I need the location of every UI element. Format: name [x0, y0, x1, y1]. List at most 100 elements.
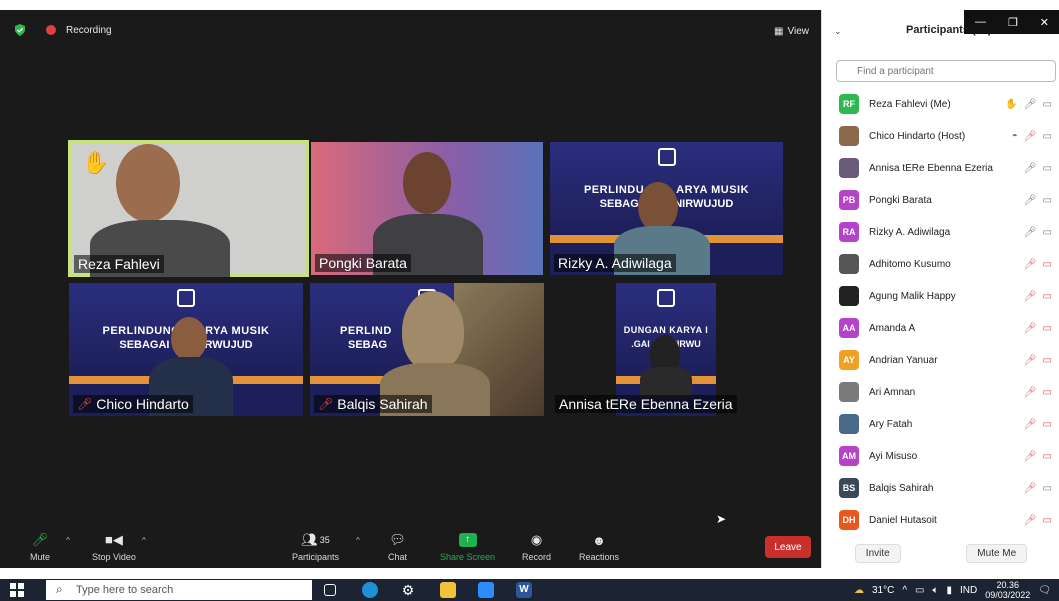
video-tile-reza[interactable]: ✋ Reza Fahlevi	[68, 140, 309, 277]
participants-icon: 👥︎	[301, 532, 318, 547]
mic-off-icon[interactable]: 🎤︎	[1024, 355, 1037, 366]
temperature[interactable]: 31°C	[872, 585, 894, 596]
video-off-icon[interactable]: ▭	[1043, 387, 1052, 398]
mic-off-icon[interactable]: 🎤︎	[1024, 131, 1037, 142]
participant-row[interactable]: AA Amanda A 🎤︎ ▭	[822, 312, 1059, 344]
video-off-icon[interactable]: ▭	[1043, 355, 1052, 366]
mic-off-icon[interactable]: 🎤︎	[1024, 387, 1037, 398]
tile-name: 🎤︎ Chico Hindarto	[73, 395, 193, 413]
video-camera-icon[interactable]: ▭	[1043, 131, 1052, 142]
minimize-icon[interactable]: —	[975, 16, 986, 28]
tray-expand-icon[interactable]: ^	[902, 585, 907, 596]
video-tile-pongki[interactable]: Pongki Barata	[311, 142, 543, 275]
video-tile-annisa[interactable]: DUNGAN KARYA I.GAI AS IIRWU Annisa tERe …	[551, 283, 784, 416]
chevron-down-icon[interactable]: ⌄	[834, 26, 842, 37]
reactions-button[interactable]: ☻ Reactions	[579, 532, 619, 563]
video-camera-icon[interactable]: ▭	[1043, 99, 1052, 110]
participant-row[interactable]: Annisa tERe Ebenna Ezeria 🎤︎ ▭	[822, 152, 1059, 184]
avatar	[839, 382, 859, 402]
restore-icon[interactable]: ❐	[1008, 16, 1018, 29]
leave-button[interactable]: Leave	[765, 536, 811, 558]
edge-browser-icon[interactable]	[362, 582, 378, 598]
windows-start-icon[interactable]	[10, 583, 24, 597]
volume-icon[interactable]: 🔈︎	[933, 585, 939, 596]
video-tile-rizky[interactable]: PERLINDU ARYA MUSIK SEBAGA NIRWUJUD Rizky…	[550, 142, 783, 275]
notification-icon[interactable]: 🗨︎	[1038, 585, 1051, 596]
share-screen-button[interactable]: ↑ Share Screen	[440, 532, 495, 562]
chat-bubble-icon: 💬︎	[389, 532, 406, 547]
avatar	[839, 126, 859, 146]
video-camera-icon[interactable]: ▭	[1043, 227, 1052, 238]
language[interactable]: IND	[960, 585, 977, 596]
participant-row[interactable]: Agung Malik Happy 🎤︎ ▭	[822, 280, 1059, 312]
settings-gear-icon[interactable]: ⚙	[400, 582, 416, 598]
mic-off-icon[interactable]: 🎤︎	[1024, 451, 1037, 462]
participants-button[interactable]: 👥︎ 35 Participants	[292, 532, 339, 562]
microphone-icon[interactable]: 🎤︎	[1024, 227, 1037, 238]
chat-button[interactable]: 💬︎ Chat	[388, 532, 407, 562]
network-icon[interactable]: ▭	[915, 585, 924, 596]
participant-row[interactable]: DH Daniel Hutasoit 🎤︎ ▭	[822, 504, 1059, 536]
clock[interactable]: 20.36 09/03/2022	[985, 580, 1030, 600]
participant-video	[116, 144, 180, 222]
webinar-logo	[657, 148, 676, 166]
participant-row[interactable]: Ary Fatah 🎤︎ ▭	[822, 408, 1059, 440]
video-camera-icon[interactable]: ▭	[1043, 483, 1052, 494]
participants-options-caret-icon[interactable]: ^	[356, 536, 360, 545]
invite-button[interactable]: Invite	[854, 543, 901, 563]
participant-row[interactable]: RA Rizky A. Adiwilaga 🎤︎ ▭	[822, 216, 1059, 248]
participant-row[interactable]: Chico Hindarto (Host) ◓ 🎤︎ ▭	[822, 120, 1059, 152]
stop-video-button[interactable]: ■◀ Stop Video	[92, 532, 136, 562]
participant-row[interactable]: AM Ayi Misuso 🎤︎ ▭	[822, 440, 1059, 472]
taskbar-search-input[interactable]: Type here to search	[46, 580, 312, 600]
recording-dot-icon	[46, 25, 56, 35]
view-button[interactable]: ▦ View	[774, 26, 809, 37]
task-view-icon[interactable]	[324, 584, 336, 596]
video-camera-icon: ■◀	[105, 532, 123, 547]
video-tile-balqis[interactable]: PERLIND SEBAG 🎤︎ Balqis Sahirah	[310, 283, 544, 416]
video-off-icon[interactable]: ▭	[1043, 323, 1052, 334]
mute-button[interactable]: 🎤︎ Mute	[30, 532, 50, 562]
video-off-icon[interactable]: ▭	[1043, 419, 1052, 430]
microphone-icon[interactable]: 🎤︎	[1024, 99, 1037, 110]
participant-status-icons: ◓ 🎤︎ ▭	[1012, 131, 1052, 142]
participant-name: Daniel Hutasoit	[869, 514, 937, 526]
video-off-icon[interactable]: ▭	[1043, 291, 1052, 302]
host-icon[interactable]: ◓	[1012, 131, 1018, 142]
close-icon[interactable]: ✕	[1040, 16, 1049, 29]
file-explorer-icon[interactable]	[440, 582, 456, 598]
mic-off-icon[interactable]: 🎤︎	[1024, 515, 1037, 526]
microphone-icon[interactable]: 🎤︎	[1024, 163, 1037, 174]
video-tile-chico[interactable]: PERLINDUNG RYA MUSIKSEBAGAI A IRWUJUD 🎤︎…	[69, 283, 303, 416]
mic-off-icon[interactable]: 🎤︎	[1024, 259, 1037, 270]
participant-search-input[interactable]	[836, 60, 1056, 82]
video-options-caret-icon[interactable]: ^	[142, 536, 146, 545]
mic-off-icon[interactable]: 🎤︎	[1024, 419, 1037, 430]
video-off-icon[interactable]: ▭	[1043, 451, 1052, 462]
record-button[interactable]: ◉ Record	[522, 532, 551, 562]
raised-hand-icon[interactable]: ✋	[1005, 99, 1017, 110]
mic-off-icon[interactable]: 🎤︎	[1024, 483, 1037, 494]
mic-off-icon[interactable]: 🎤︎	[1024, 291, 1037, 302]
word-app-icon[interactable]: W	[516, 582, 532, 598]
microphone-icon[interactable]: 🎤︎	[1024, 195, 1037, 206]
video-off-icon[interactable]: ▭	[1043, 259, 1052, 270]
zoom-app-icon[interactable]	[478, 582, 494, 598]
smiley-add-icon: ☻	[592, 532, 606, 548]
participant-row[interactable]: PB Pongki Barata 🎤︎ ▭	[822, 184, 1059, 216]
mute-me-button[interactable]: Mute Me	[966, 543, 1028, 563]
mute-options-caret-icon[interactable]: ^	[66, 536, 70, 545]
video-off-icon[interactable]: ▭	[1043, 515, 1052, 526]
video-camera-icon[interactable]: ▭	[1043, 163, 1052, 174]
participant-row[interactable]: Adhitomo Kusumo 🎤︎ ▭	[822, 248, 1059, 280]
mic-off-icon[interactable]: 🎤︎	[1024, 323, 1037, 334]
participant-row[interactable]: RF Reza Fahlevi (Me) ✋ 🎤︎ ▭	[822, 88, 1059, 120]
participant-name: Balqis Sahirah	[869, 482, 934, 494]
participant-status-icons: 🎤︎ ▭	[1024, 419, 1052, 430]
battery-icon[interactable]: ▮	[947, 585, 953, 596]
participant-video	[638, 182, 678, 232]
participant-row[interactable]: Ari Amnan 🎤︎ ▭	[822, 376, 1059, 408]
video-camera-icon[interactable]: ▭	[1043, 195, 1052, 206]
participant-row[interactable]: AY Andrian Yanuar 🎤︎ ▭	[822, 344, 1059, 376]
participant-row[interactable]: BS Balqis Sahirah 🎤︎ ▭	[822, 472, 1059, 504]
